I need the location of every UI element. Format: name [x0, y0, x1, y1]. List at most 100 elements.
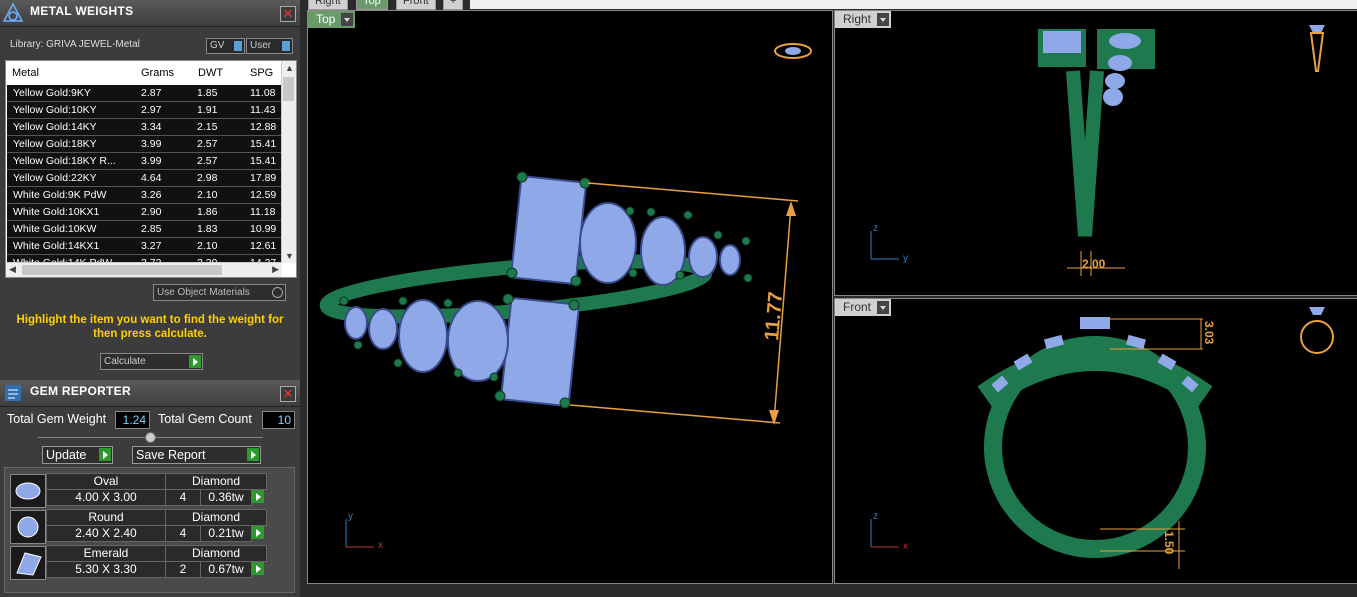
- viewport-top[interactable]: Top 11.77 y x: [307, 10, 833, 584]
- save-report-button[interactable]: Save Report: [132, 446, 261, 464]
- gem-slider-handle[interactable]: [145, 432, 156, 443]
- metal-weights-titlebar[interactable]: METAL WEIGHTS ✕: [0, 0, 300, 27]
- cell-dwt: 1.86: [197, 206, 218, 218]
- scroll-down-icon[interactable]: ▼: [285, 251, 294, 261]
- play-icon[interactable]: [189, 355, 201, 368]
- calculate-label: Calculate: [104, 356, 146, 367]
- cell-metal: Yellow Gold:18KY R...: [13, 155, 116, 167]
- table-row[interactable]: Yellow Gold:18KY 3.99 2.57 15.41: [7, 136, 282, 153]
- gem-detail-play-icon[interactable]: [252, 526, 264, 539]
- cell-metal: Yellow Gold:18KY: [13, 138, 97, 150]
- axis-x-label: x: [378, 540, 383, 551]
- scroll-right-icon[interactable]: ▶: [272, 264, 279, 275]
- cell-dwt: 1.83: [197, 223, 218, 235]
- table-row[interactable]: Yellow Gold:10KY 2.97 1.91 11.43: [7, 102, 282, 119]
- gem-reporter-close-button[interactable]: ✕: [280, 386, 296, 402]
- cell-grams: 3.34: [141, 121, 162, 133]
- viewport-front[interactable]: Front 3.03 1.50 z x: [834, 298, 1357, 584]
- gem-weight: 0.21tw: [200, 525, 252, 542]
- tab-front[interactable]: Front: [396, 0, 436, 10]
- gem-row[interactable]: Oval 4.00 X 3.00 Diamond 4 0.36tw: [8, 473, 267, 508]
- gem-size: 2.40 X 2.40: [46, 525, 166, 542]
- axis-y-label: y: [348, 511, 353, 522]
- table-row[interactable]: Yellow Gold:14KY 3.34 2.15 12.88: [7, 119, 282, 136]
- gem-row[interactable]: Round 2.40 X 2.40 Diamond 4 0.21tw: [8, 509, 267, 544]
- metal-weights-close-button[interactable]: ✕: [280, 6, 296, 22]
- axis-x-label: x: [903, 541, 908, 552]
- cell-metal: Yellow Gold:10KY: [13, 104, 97, 116]
- play-icon[interactable]: [99, 448, 111, 461]
- right-dimension-text: 2.00: [1082, 257, 1106, 271]
- col-dwt[interactable]: DWT: [198, 67, 223, 79]
- gem-reporter-titlebar[interactable]: GEM REPORTER ✕: [0, 380, 300, 407]
- axis-z-label: z: [873, 511, 878, 522]
- gv-indicator: [234, 41, 242, 51]
- col-grams[interactable]: Grams: [141, 67, 174, 79]
- gem-side-1: [1109, 33, 1141, 49]
- cell-grams: 3.26: [141, 189, 162, 201]
- gem-material: Diamond: [165, 545, 267, 562]
- cell-dwt: 1.91: [197, 104, 218, 116]
- gem-material: Diamond: [165, 473, 267, 490]
- save-report-label: Save Report: [136, 448, 206, 462]
- table-row[interactable]: Yellow Gold:22KY 4.64 2.98 17.89: [7, 170, 282, 187]
- scroll-left-icon[interactable]: ◀: [9, 264, 16, 275]
- metal-table-hscroll[interactable]: ◀ ▶: [6, 262, 282, 277]
- cell-spg: 15.41: [250, 155, 277, 167]
- gem-size: 4.00 X 3.00: [46, 489, 166, 506]
- cell-dwt: 2.15: [197, 121, 218, 133]
- viewport-right[interactable]: Right 2.00 z y: [834, 10, 1357, 296]
- cell-spg: 17.89: [250, 172, 277, 184]
- table-row[interactable]: Yellow Gold:18KY R... 3.99 2.57 15.41: [7, 153, 282, 170]
- cell-spg: 12.59: [250, 189, 277, 201]
- tab-right[interactable]: Right: [308, 0, 348, 10]
- hscroll-thumb[interactable]: [22, 265, 222, 275]
- scroll-up-icon[interactable]: ▲: [285, 63, 294, 73]
- view-cube-ring-front-icon[interactable]: [1300, 307, 1334, 354]
- gem-count: 4: [165, 489, 201, 506]
- gem-size: 5.30 X 3.30: [46, 561, 166, 578]
- left-panel: METAL WEIGHTS ✕ Library: GRIVA JEWEL-Met…: [0, 0, 300, 597]
- use-object-materials-checkbox[interactable]: Use Object Materials: [153, 284, 286, 301]
- tab-add[interactable]: +: [443, 0, 464, 10]
- user-label: User: [250, 40, 272, 51]
- vscroll-thumb[interactable]: [283, 77, 294, 101]
- table-row[interactable]: White Gold:10KX1 2.90 1.86 11.18: [7, 204, 282, 221]
- gem-detail-play-icon[interactable]: [252, 562, 264, 575]
- col-spg[interactable]: SPG: [250, 67, 273, 79]
- view-cube-ring-side-icon[interactable]: [1309, 25, 1325, 72]
- cell-grams: 3.27: [141, 240, 162, 252]
- col-metal[interactable]: Metal: [12, 67, 39, 79]
- gem-row[interactable]: Emerald 5.30 X 3.30 Diamond 2 0.67tw: [8, 545, 267, 580]
- emerald-gem-icon: [10, 546, 46, 580]
- tab-strip-background: [470, 0, 1357, 9]
- cell-metal: White Gold:10KX1: [13, 206, 100, 218]
- gv-label: GV: [210, 40, 225, 51]
- gem-detail-play-icon[interactable]: [252, 490, 264, 503]
- gv-toggle[interactable]: GV: [206, 38, 245, 54]
- play-icon[interactable]: [247, 448, 259, 461]
- cell-metal: White Gold:9K PdW: [13, 189, 107, 201]
- radio-icon[interactable]: [272, 287, 283, 298]
- table-row[interactable]: White Gold:9K PdW 3.26 2.10 12.59: [7, 187, 282, 204]
- use-object-materials-label: Use Object Materials: [157, 287, 250, 298]
- update-button[interactable]: Update: [42, 446, 113, 464]
- metal-weights-title: METAL WEIGHTS: [30, 4, 134, 18]
- dim-arrow-up-icon: [786, 201, 796, 216]
- cell-spg: 12.61: [250, 240, 277, 252]
- cell-metal: White Gold:14KX1: [13, 240, 100, 252]
- tab-top[interactable]: Top: [356, 0, 388, 10]
- cell-grams: 2.87: [141, 87, 162, 99]
- metal-table[interactable]: Metal Grams DWT SPG Yellow Gold:9KY 2.87 1…: [5, 60, 297, 278]
- view-cube-gem-icon: [785, 47, 801, 55]
- user-toggle[interactable]: User: [246, 38, 293, 54]
- metal-table-vscroll[interactable]: ▲ ▼: [281, 61, 296, 263]
- table-row[interactable]: White Gold:14KX1 3.27 2.10 12.61: [7, 238, 282, 255]
- cell-spg: 11.08: [250, 87, 276, 99]
- cell-dwt: 2.10: [197, 240, 218, 252]
- table-row[interactable]: White Gold:10KW 2.85 1.83 10.99: [7, 221, 282, 238]
- table-row[interactable]: Yellow Gold:9KY 2.87 1.85 11.08: [7, 85, 282, 102]
- cell-spg: 11.18: [250, 206, 276, 218]
- axis-z-label: z: [873, 223, 878, 234]
- calculate-button[interactable]: Calculate: [100, 353, 203, 370]
